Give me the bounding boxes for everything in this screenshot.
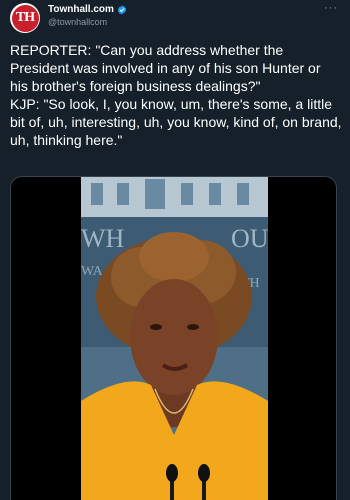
backdrop-text-1: WH xyxy=(81,224,125,253)
video-frame: WH OU WA TH xyxy=(81,177,268,500)
author-row: Townhall.com xyxy=(48,4,127,15)
more-options-icon[interactable]: ··· xyxy=(324,2,338,14)
author-name[interactable]: Townhall.com xyxy=(48,4,114,15)
backdrop-text-2: OU xyxy=(231,224,268,253)
face xyxy=(130,279,218,395)
backdrop-text-3: WA xyxy=(81,264,104,279)
tweet: TH Townhall.com @townhallcom ··· REPORTE… xyxy=(0,0,350,500)
avatar[interactable]: TH xyxy=(10,3,40,33)
microphone-right xyxy=(198,464,210,482)
tweet-video[interactable]: WH OU WA TH xyxy=(10,176,337,500)
avatar-logo: TH xyxy=(11,4,39,32)
microphone-left xyxy=(166,464,178,482)
tweet-text-kjp: KJP: "So look, I, you know, um, there's … xyxy=(10,96,342,148)
verified-badge-icon xyxy=(117,4,127,15)
author-handle[interactable]: @townhallcom xyxy=(48,17,107,27)
tweet-text-reporter: REPORTER: "Can you address whether the P… xyxy=(10,42,321,94)
